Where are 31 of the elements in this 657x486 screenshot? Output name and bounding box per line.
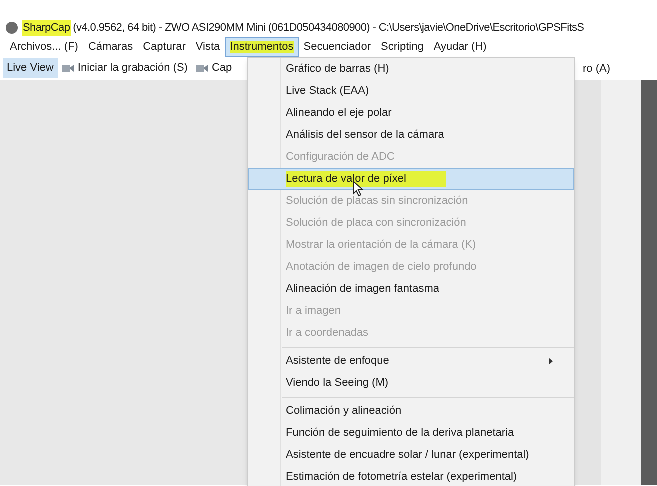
menu-option[interactable]: Viendo la Seeing (M) <box>248 372 574 394</box>
menu-item[interactable]: Secuenciador <box>298 37 376 57</box>
menu-option[interactable]: Función de seguimiento de la deriva planetaria <box>248 422 574 444</box>
camera-icon <box>62 64 74 72</box>
menu-option[interactable]: Colimación y alineación <box>248 400 574 422</box>
menu-item[interactable]: Archivos... (F) <box>5 37 84 57</box>
toolbar-button[interactable]: Cap <box>192 58 236 78</box>
camera-icon <box>196 64 208 72</box>
menu-option[interactable]: Live Stack (EAA) <box>248 80 574 102</box>
menu-option[interactable]: Asistente de enfoque <box>248 350 574 372</box>
menu-option[interactable]: Alineando el eje polar <box>248 102 574 124</box>
menu-item[interactable]: Instrumentos <box>225 37 299 57</box>
toolbar-button[interactable]: Live View <box>3 58 58 78</box>
menu-item[interactable]: Vista <box>190 37 226 57</box>
menu-item[interactable]: Ayudar (H) <box>428 37 492 57</box>
toolbar-button[interactable]: Iniciar la grabación (S) <box>58 58 192 78</box>
mouse-cursor-icon <box>353 181 364 197</box>
menu-item[interactable]: Cámaras <box>83 37 138 57</box>
menu-option[interactable]: Lectura de valor de píxel <box>248 168 574 190</box>
toolbar-button[interactable]: ro (A) <box>583 61 610 78</box>
menu-option[interactable]: Asistente de encuadre solar / lunar (experimental) <box>248 444 574 466</box>
app-logo-icon <box>6 22 18 34</box>
app-name: SharpCap <box>22 20 72 36</box>
menu-option[interactable]: Estimación de fotometría estelar (experimental) <box>248 466 574 486</box>
menu-option[interactable]: Alineación de imagen fantasma <box>248 278 574 300</box>
menu-item[interactable]: Scripting <box>376 37 429 57</box>
menu-option[interactable]: Gráfico de barras (H) <box>248 58 574 80</box>
submenu-arrow-icon <box>549 358 553 365</box>
menu-option[interactable]: Análisis del sensor de la cámara <box>248 124 574 146</box>
menu-item[interactable]: Capturar <box>138 37 191 57</box>
window-title: (v4.0.9562, 64 bit) - ZWO ASI290MM Mini (061D050434080900) - C:\Users\javie\OneDrive\Escritorio\GPSFitsS <box>73 20 584 36</box>
